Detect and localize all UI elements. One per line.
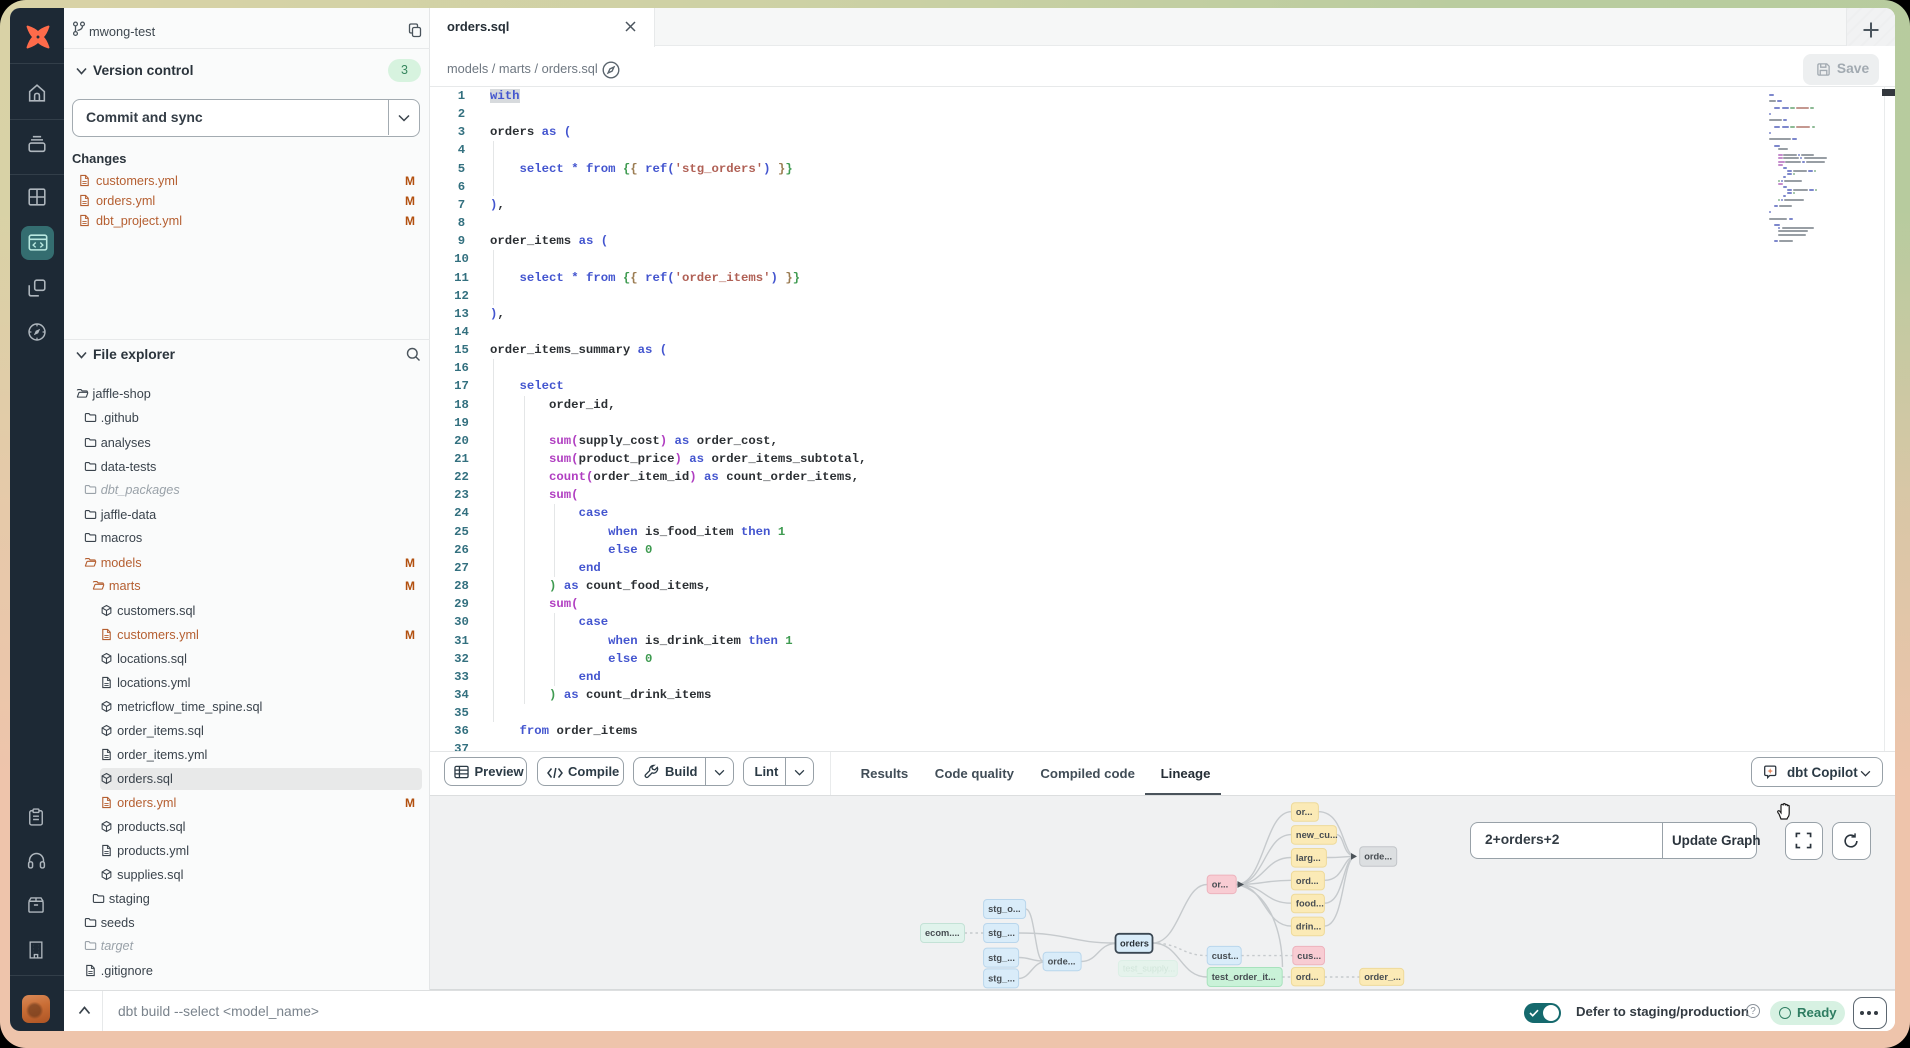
- svg-text:order_...: order_...: [1364, 972, 1401, 982]
- svg-text:test_order_it...: test_order_it...: [1212, 972, 1276, 982]
- svg-text:ecom....: ecom....: [925, 928, 960, 938]
- svg-text:larg...: larg...: [1296, 853, 1321, 863]
- svg-text:orde...: orde...: [1364, 852, 1392, 862]
- svg-text:drin...: drin...: [1296, 922, 1321, 932]
- svg-text:cus...: cus...: [1297, 951, 1321, 961]
- svg-text:ord...: ord...: [1296, 876, 1319, 886]
- svg-text:stg_...: stg_...: [988, 928, 1015, 938]
- svg-text:food...: food...: [1296, 899, 1324, 909]
- svg-text:stg_o...: stg_o...: [988, 904, 1021, 914]
- svg-text:or...: or...: [1296, 807, 1313, 817]
- svg-text:orde...: orde...: [1048, 957, 1076, 967]
- svg-text:cust...: cust...: [1212, 951, 1239, 961]
- svg-text:stg_...: stg_...: [988, 953, 1015, 963]
- svg-text:or...: or...: [1212, 880, 1229, 890]
- svg-text:stg_...: stg_...: [988, 974, 1015, 984]
- svg-text:new_cu...: new_cu...: [1296, 830, 1338, 840]
- svg-text:test_supply...: test_supply...: [1123, 964, 1175, 974]
- svg-text:orders: orders: [1120, 939, 1149, 949]
- svg-text:ord...: ord...: [1296, 972, 1319, 982]
